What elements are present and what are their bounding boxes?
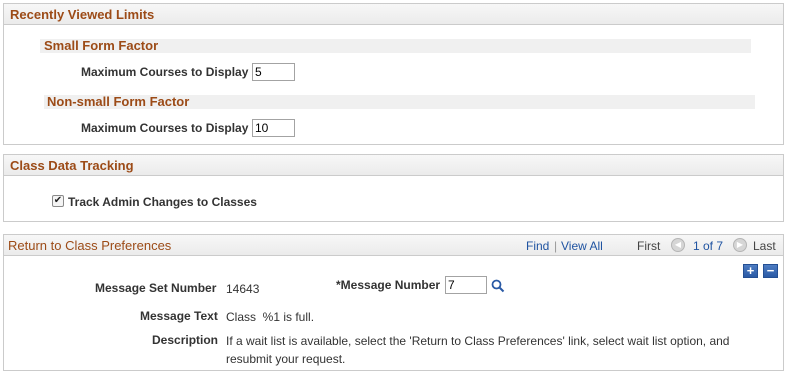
message-set-number-value: 14643 xyxy=(226,282,260,296)
last-label: Last xyxy=(753,239,776,253)
previous-row-icon[interactable]: ◀ xyxy=(671,238,685,252)
small-max-courses-input[interactable] xyxy=(252,63,295,81)
view-all-link[interactable]: View All xyxy=(561,239,603,253)
message-set-number-label: Message Set Number xyxy=(95,281,217,295)
nav-separator: | xyxy=(554,239,558,253)
description-line-2: resubmit your request. xyxy=(226,352,346,366)
delete-row-button[interactable]: − xyxy=(763,264,778,278)
track-admin-changes-label: Track Admin Changes to Classes xyxy=(68,195,257,209)
return-to-class-preferences-grid: Return to Class Preferences xyxy=(3,234,784,371)
small-max-courses-label: Maximum Courses to Display xyxy=(81,65,249,79)
class-data-tracking-group: Class Data Tracking xyxy=(3,154,784,222)
add-row-button[interactable]: + xyxy=(743,264,758,278)
description-label: Description xyxy=(152,333,219,347)
message-number-label: *Message Number xyxy=(336,278,441,292)
small-form-factor-title: Small Form Factor xyxy=(44,38,159,53)
message-text-value: Class %1 is full. xyxy=(226,310,315,324)
return-to-class-preferences-title: Return to Class Preferences xyxy=(8,238,172,253)
group-header: Recently Viewed Limits xyxy=(4,4,783,25)
group-header: Class Data Tracking xyxy=(4,155,783,176)
next-row-icon[interactable]: ▶ xyxy=(733,238,747,252)
nonsmall-form-factor-title: Non-small Form Factor xyxy=(47,94,190,109)
recently-viewed-limits-title: Recently Viewed Limits xyxy=(10,7,155,22)
class-data-tracking-title: Class Data Tracking xyxy=(10,158,134,173)
message-text-label: Message Text xyxy=(140,309,218,323)
nonsmall-max-courses-label: Maximum Courses to Display xyxy=(81,121,249,135)
message-number-input[interactable] xyxy=(445,276,487,294)
row-counter: 1 of 7 xyxy=(693,239,724,253)
grid-header: Return to Class Preferences xyxy=(4,235,783,256)
search-icon[interactable] xyxy=(491,279,505,293)
track-admin-changes-checkbox[interactable]: ✔ xyxy=(52,195,64,207)
nonsmall-max-courses-input[interactable] xyxy=(252,119,295,137)
description-line-1: If a wait list is available, select the … xyxy=(226,334,730,348)
first-label: First xyxy=(637,239,661,253)
find-link[interactable]: Find xyxy=(526,239,549,253)
